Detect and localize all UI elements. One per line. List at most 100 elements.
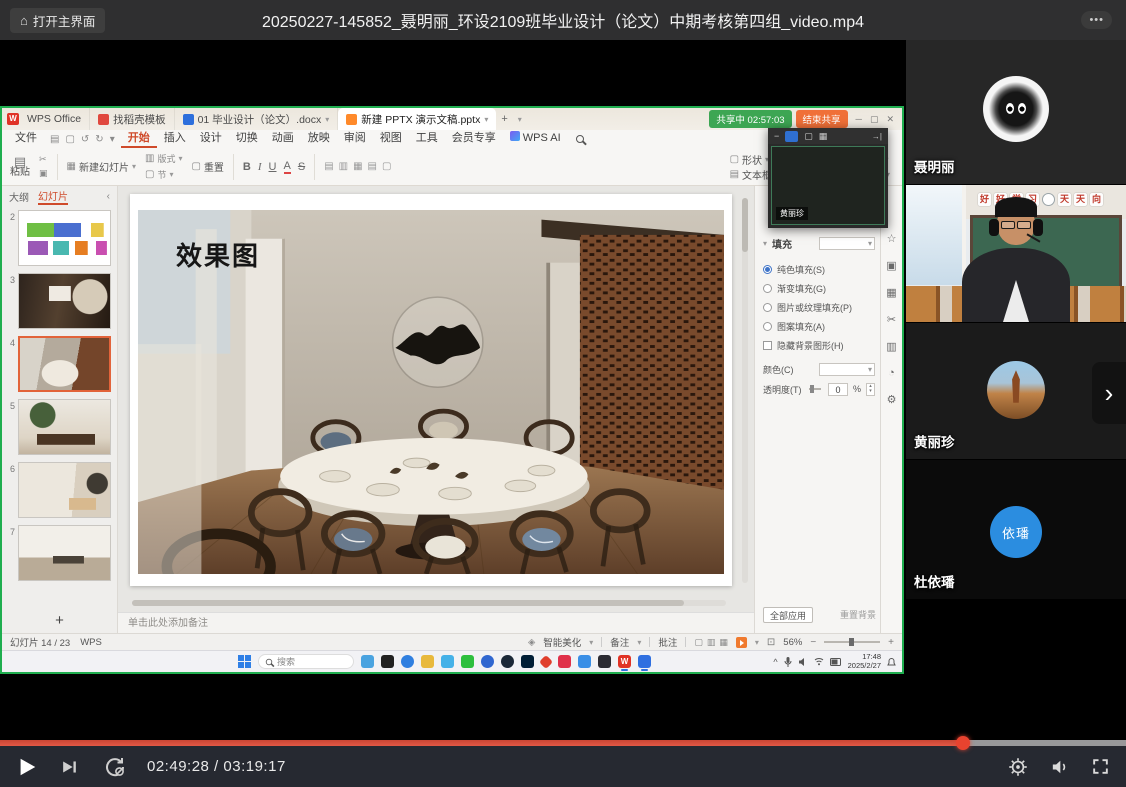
zoom-slider[interactable] [824, 641, 880, 643]
mini-video-tile[interactable]: 黄丽珍 [771, 146, 885, 225]
close-icon[interactable]: ✕ [886, 114, 894, 125]
new-slide-button[interactable]: ▦ 新建幻灯片 ▾ [67, 159, 136, 174]
minimize-icon[interactable]: ─ [856, 114, 862, 125]
menu-design[interactable]: 设计 [193, 130, 229, 148]
dock-right-icon[interactable]: →| [872, 132, 882, 141]
smart-beautify-button[interactable]: 智能美化 [543, 635, 581, 649]
slide-thumb-3[interactable]: 3 [2, 273, 111, 329]
font-color-button[interactable]: A [284, 160, 291, 174]
end-share-button[interactable]: 结束共享 [796, 110, 848, 128]
slide-thumb-4-selected[interactable]: 4 [2, 336, 111, 392]
notification-icon[interactable] [887, 657, 896, 667]
start-button[interactable] [238, 655, 251, 668]
tab-slides[interactable]: 幻灯片 [38, 188, 68, 205]
menu-animation[interactable]: 动画 [265, 130, 301, 148]
sorter-view-icon[interactable]: ▥ [707, 637, 716, 648]
align-center-icon[interactable]: ▥ [339, 161, 348, 172]
line-spacing-icon[interactable]: ▤ [368, 161, 377, 172]
cut-tool-icon[interactable]: ✂ [887, 313, 896, 326]
tab-list-button[interactable]: ▾ [513, 115, 527, 124]
taskbar-app-dark-icon[interactable] [598, 655, 611, 668]
tab-pptx-active[interactable]: 新建 PPTX 演示文稿.pptx ▾ [338, 108, 496, 130]
mic-icon[interactable] [784, 657, 792, 667]
battery-icon[interactable] [830, 658, 842, 666]
notes-button[interactable]: 备注 [610, 635, 629, 649]
save-icon[interactable]: ▤ [50, 134, 59, 145]
layout-tool-icon[interactable]: ▥ [886, 340, 896, 353]
strikethrough-button[interactable]: S [298, 161, 305, 173]
taskbar-media-icon[interactable] [441, 655, 454, 668]
participant-tile-3[interactable]: › 黄丽珍 [906, 323, 1126, 460]
settings-icon[interactable]: ⚙ [887, 393, 897, 406]
minimize-icon[interactable]: − [774, 131, 779, 141]
taskbar-netdisk-icon[interactable] [578, 655, 591, 668]
reset-background-button[interactable]: 重置背景 [840, 608, 876, 621]
add-slide-button[interactable]: + [2, 612, 117, 629]
vertical-scrollbar[interactable] [742, 198, 748, 583]
menu-view[interactable]: 视图 [373, 130, 409, 148]
sharing-timer-badge[interactable]: 共享中 02:57:03 [709, 110, 791, 128]
layout-button[interactable]: ▥ 版式 ▾ [145, 152, 182, 165]
taskbar-search[interactable]: 搜索 [258, 654, 354, 669]
taskbar-rednote-icon[interactable] [558, 655, 571, 668]
collapse-panel-icon[interactable]: ‹ [107, 191, 110, 202]
align-left-icon[interactable]: ▤ [324, 161, 333, 172]
info-icon[interactable]: ◔ [888, 367, 895, 379]
section-button[interactable]: ▢ 节 ▾ [145, 168, 182, 181]
favorites-icon[interactable]: ☆ [887, 232, 897, 245]
loop-mode-button[interactable] [103, 755, 127, 779]
zoom-in-button[interactable]: + [888, 637, 894, 648]
copy-style-icon[interactable]: ▣ [886, 259, 896, 272]
more-menu-button[interactable]: ••• [1081, 11, 1112, 29]
slide-thumb-5[interactable]: 5 [2, 399, 111, 455]
print-icon[interactable]: ▢ [65, 134, 74, 145]
taskbar-wechat-icon[interactable] [461, 655, 474, 668]
slide-thumb-7[interactable]: 7 [2, 525, 111, 581]
tab-outline[interactable]: 大纲 [9, 189, 29, 204]
section-collapse-icon[interactable]: ▾ [763, 239, 767, 248]
play-button[interactable] [16, 755, 38, 779]
cut-icon[interactable]: ✂ [39, 154, 48, 165]
next-page-chevron-button[interactable]: › [1092, 362, 1126, 424]
participant-tile-2-video[interactable]: 好 好 学 习 天 天 向 [906, 185, 1126, 323]
taskbar-steam-icon[interactable] [501, 655, 514, 668]
taskbar-wps-icon[interactable]: W [618, 655, 631, 668]
open-main-button[interactable]: ⌂ 打开主界面 [10, 8, 105, 33]
taskbar-browser-icon[interactable] [401, 655, 414, 668]
color-select[interactable]: ▾ [819, 363, 875, 376]
notes-placeholder[interactable]: 单击此处添加备注 [118, 612, 754, 633]
undo-icon[interactable]: ↺ [81, 134, 89, 145]
slide-canvas[interactable]: 效果图 [130, 194, 732, 586]
taskbar-weather-icon[interactable] [361, 655, 374, 668]
chevron-down-icon[interactable]: ▾ [110, 134, 115, 145]
menu-file[interactable]: 文件 [8, 130, 44, 148]
window-view-icon[interactable]: ▢ [804, 131, 813, 142]
menu-home[interactable]: 开始 [121, 130, 157, 148]
menu-insert[interactable]: 插入 [157, 130, 193, 148]
taskbar-qq-icon[interactable] [481, 655, 494, 668]
reading-view-icon[interactable]: ▦ [719, 637, 728, 648]
grid-view-icon[interactable]: ▦ [819, 131, 828, 142]
video-frame[interactable]: W WPS Office 找稻壳模板 01 毕业设计（论文）.docx ▾ 新建… [0, 40, 906, 740]
comments-button[interactable]: 批注 [658, 635, 677, 649]
fill-preset-select[interactable]: ▾ [819, 237, 875, 250]
taskbar-ps-icon[interactable] [521, 655, 534, 668]
meeting-mini-window[interactable]: − ▢ ▦ →| 黄丽珍 [768, 128, 888, 228]
speaker-icon[interactable] [798, 657, 808, 667]
radio-solid-fill[interactable] [763, 265, 772, 274]
menu-slideshow[interactable]: 放映 [301, 130, 337, 148]
menu-transitions[interactable]: 切换 [229, 130, 265, 148]
image-tool-icon[interactable]: ▦ [886, 286, 896, 299]
menu-tools[interactable]: 工具 [409, 130, 445, 148]
wifi-icon[interactable] [814, 657, 824, 666]
italic-button[interactable]: I [258, 161, 262, 173]
horizontal-scrollbar[interactable] [132, 600, 726, 606]
tab-thesis-docx[interactable]: 01 毕业设计（论文）.docx ▾ [175, 108, 339, 130]
menu-wps-ai[interactable]: WPS AI [503, 130, 568, 148]
transparency-stepper[interactable]: ▴▾ [866, 383, 875, 396]
maximize-icon[interactable]: ▢ [870, 114, 879, 125]
underline-button[interactable]: U [269, 161, 277, 173]
bold-button[interactable]: B [243, 161, 251, 173]
taskbar-app-diamond-icon[interactable] [539, 654, 553, 668]
volume-button[interactable] [1049, 757, 1070, 777]
